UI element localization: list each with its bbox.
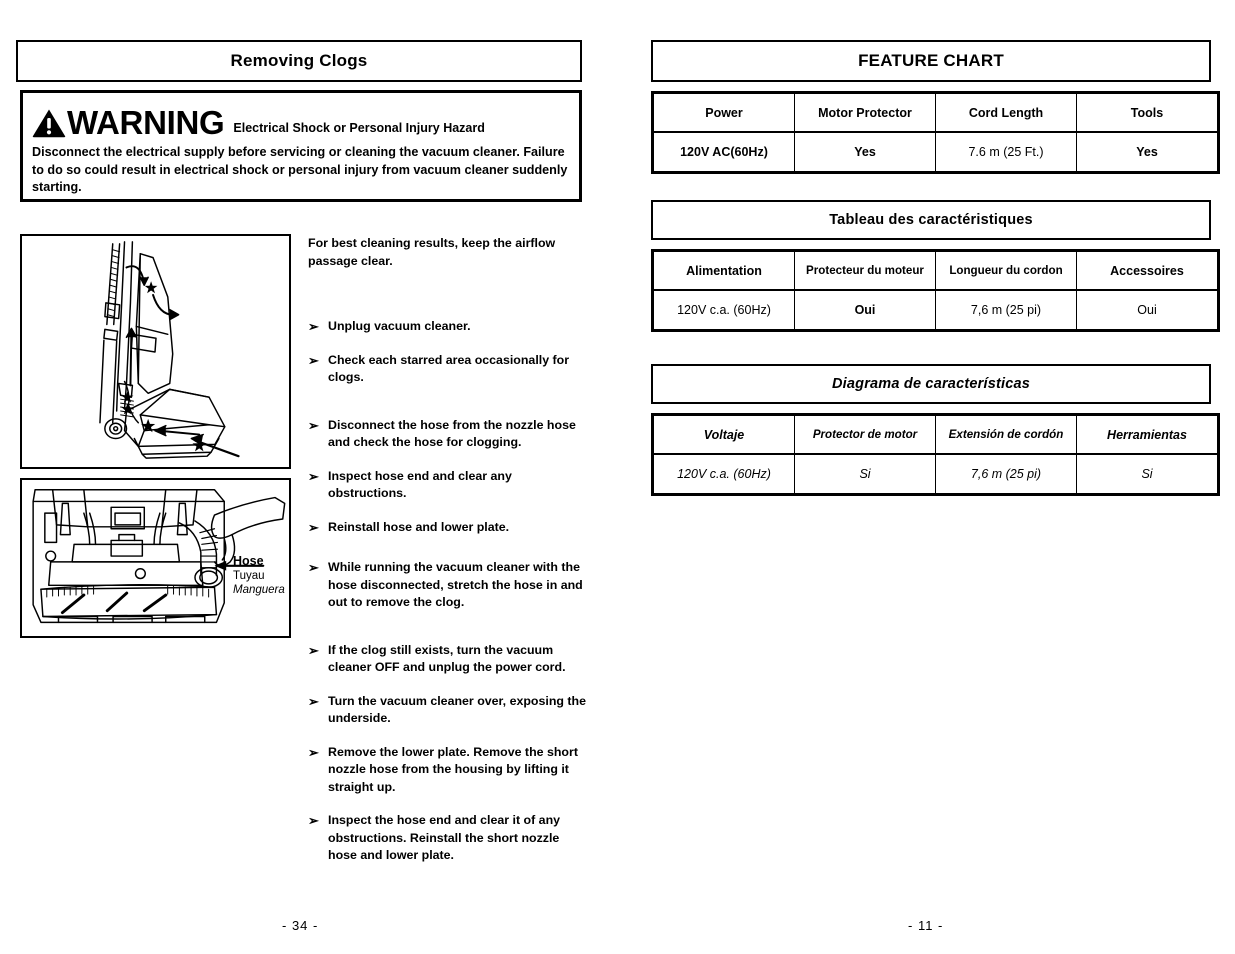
- table-cell: 120V c.a. (60Hz): [652, 289, 795, 331]
- column-header: Herramientas: [1076, 414, 1219, 455]
- list-item-text: Remove the lower plate. Remove the short…: [328, 744, 578, 794]
- arrow-bullet-icon: ➢: [308, 813, 319, 828]
- table-cell: Si: [1076, 453, 1219, 495]
- table-cell: Oui: [794, 289, 936, 331]
- clog-removal-steps: ➢ Unplug vacuum cleaner. ➢ Check each st…: [308, 318, 590, 881]
- list-item: ➢ Turn the vacuum cleaner over, exposing…: [308, 693, 590, 728]
- arrow-bullet-icon: ➢: [308, 519, 319, 535]
- list-item-text: Turn the vacuum cleaner over, exposing t…: [328, 693, 586, 726]
- list-item: ➢ Remove the lower plate. Remove the sho…: [308, 744, 590, 797]
- spanish-chart-title-box: Diagrama de características: [651, 364, 1211, 404]
- spanish-chart-title: Diagrama de características: [831, 376, 1031, 392]
- left-page: Removing Clogs WARNING Electrical Shock …: [0, 0, 617, 954]
- arrow-bullet-icon: ➢: [308, 642, 319, 658]
- table-row: 120V c.a. (60Hz) Si 7,6 m (25 pi) Si: [652, 453, 1219, 495]
- table-header-row: Voltaje Protector de motor Extensión de …: [652, 414, 1219, 455]
- upright-vacuum-airflow-diagram: [20, 234, 291, 469]
- feature-chart-table-fr: Alimentation Protecteur du moteur Longue…: [651, 249, 1220, 332]
- feature-chart-table-es: Voltaje Protector de motor Extensión de …: [651, 413, 1220, 496]
- arrow-bullet-icon: ➢: [308, 319, 319, 334]
- arrow-bullet-icon: ➢: [308, 468, 319, 484]
- feature-chart-title-box: FEATURE CHART: [651, 40, 1211, 82]
- warning-box: WARNING Electrical Shock or Personal Inj…: [20, 90, 582, 202]
- arrow-bullet-icon: ➢: [308, 744, 319, 760]
- warning-body-text: Disconnect the electrical supply before …: [32, 145, 568, 194]
- list-item-text: Reinstall hose and lower plate.: [328, 519, 510, 534]
- hose-label-en: Hose: [233, 554, 264, 568]
- arrow-bullet-icon: ➢: [308, 560, 319, 575]
- list-item-text: Check each starred area occasionally for…: [328, 352, 570, 385]
- table-cell: Yes: [1076, 131, 1219, 173]
- warning-header-row: WARNING Electrical Shock or Personal Inj…: [32, 100, 570, 141]
- page-number-left: - 34 -: [282, 918, 319, 933]
- column-header: Alimentation: [652, 250, 795, 291]
- list-item: ➢ While running the vacuum cleaner with …: [308, 559, 590, 612]
- column-header: Voltaje: [652, 414, 795, 455]
- table-cell: Oui: [1076, 289, 1219, 331]
- table-cell: 120V AC(60Hz): [652, 131, 795, 173]
- hose-label-fr: Tuyau: [233, 569, 265, 582]
- list-item: ➢ If the clog still exists, turn the vac…: [308, 642, 590, 677]
- list-item: ➢ Inspect hose end and clear any obstruc…: [308, 468, 590, 503]
- list-item-text: Inspect hose end and clear any obstructi…: [328, 468, 512, 501]
- page-number-right: - 11 -: [908, 918, 944, 933]
- table-cell: 7,6 m (25 pi): [935, 289, 1077, 331]
- list-item: ➢ Check each starred area occasionally f…: [308, 352, 590, 387]
- arrow-bullet-icon: ➢: [308, 352, 319, 368]
- section-title-box: Removing Clogs: [16, 40, 582, 82]
- column-header: Motor Protector: [794, 92, 936, 133]
- table-cell: 7,6 m (25 pi): [935, 453, 1077, 495]
- column-header: Protecteur du moteur: [794, 250, 936, 291]
- french-chart-title: Tableau des caractéristiques: [829, 212, 1033, 228]
- column-header: Extensión de cordón: [935, 414, 1077, 455]
- list-item: ➢ Reinstall hose and lower plate.: [308, 519, 590, 537]
- column-header: Accessoires: [1076, 250, 1219, 291]
- table-cell: Si: [794, 453, 936, 495]
- feature-chart-title: FEATURE CHART: [858, 51, 1004, 70]
- list-item-text: While running the vacuum cleaner with th…: [328, 560, 583, 609]
- table-header-row: Alimentation Protecteur du moteur Longue…: [652, 250, 1219, 291]
- column-header: Longueur du cordon: [935, 250, 1077, 291]
- table-cell: Yes: [794, 131, 936, 173]
- table-header-row: Power Motor Protector Cord Length Tools: [652, 92, 1219, 133]
- intro-paragraph: For best cleaning results, keep the airf…: [308, 236, 556, 268]
- warning-word: WARNING: [67, 104, 225, 141]
- list-item-text: If the clog still exists, turn the vacuu…: [328, 642, 566, 675]
- list-item: ➢ Unplug vacuum cleaner.: [308, 318, 590, 336]
- french-chart-title-box: Tableau des caractéristiques: [651, 200, 1211, 240]
- column-header: Cord Length: [935, 92, 1077, 133]
- column-header: Power: [652, 92, 795, 133]
- table-cell: 7.6 m (25 Ft.): [935, 131, 1077, 173]
- page-title: Removing Clogs: [230, 51, 368, 70]
- arrow-bullet-icon: ➢: [308, 417, 319, 433]
- list-item: ➢ Inspect the hose end and clear it of a…: [308, 812, 590, 865]
- table-cell: 120V c.a. (60Hz): [652, 453, 795, 495]
- warning-subtitle: Electrical Shock or Personal Injury Haza…: [233, 121, 485, 135]
- hose-callout: Hose Tuyau Manguera: [233, 554, 285, 598]
- list-item-text: Inspect the hose end and clear it of any…: [328, 813, 561, 862]
- table-row: 120V AC(60Hz) Yes 7.6 m (25 Ft.) Yes: [652, 131, 1219, 173]
- list-item-text: Disconnect the hose from the nozzle hose…: [328, 417, 576, 450]
- warning-triangle-icon: [32, 108, 66, 138]
- hose-label-es: Manguera: [233, 584, 285, 596]
- list-item-text: Unplug vacuum cleaner.: [328, 319, 471, 333]
- list-item: ➢ Disconnect the hose from the nozzle ho…: [308, 417, 590, 452]
- arrow-bullet-icon: ➢: [308, 693, 319, 709]
- column-header: Protector de motor: [794, 414, 936, 455]
- feature-chart-table-en: Power Motor Protector Cord Length Tools …: [651, 91, 1220, 174]
- table-row: 120V c.a. (60Hz) Oui 7,6 m (25 pi) Oui: [652, 289, 1219, 331]
- column-header: Tools: [1076, 92, 1219, 133]
